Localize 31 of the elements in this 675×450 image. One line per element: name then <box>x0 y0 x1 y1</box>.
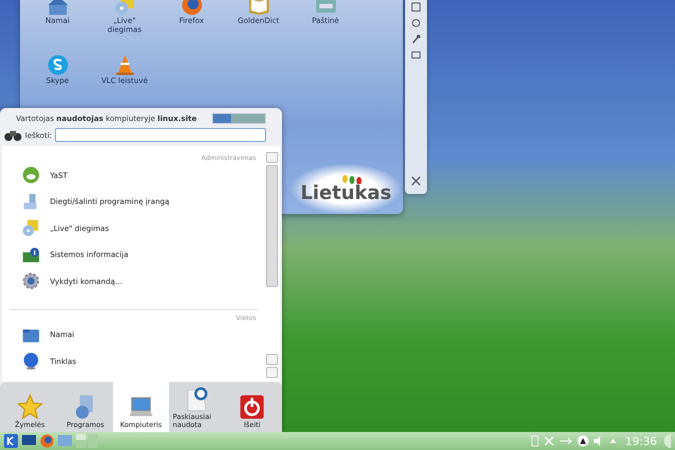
star-icon <box>16 394 43 420</box>
s-logo-icon <box>46 54 68 76</box>
desktop-icon[interactable] <box>22 435 36 447</box>
book-icon <box>248 0 270 16</box>
house-icon <box>46 0 68 16</box>
scrollbar-thumb[interactable] <box>266 165 278 287</box>
power-icon <box>239 394 266 420</box>
traffic-cone-icon <box>114 54 136 76</box>
gear-icon <box>22 272 40 290</box>
chameleon-icon <box>22 166 40 184</box>
globe-icon <box>180 0 202 16</box>
wrench-icon[interactable] <box>411 34 421 44</box>
scroll-down-button[interactable] <box>266 367 278 378</box>
search-field[interactable] <box>54 128 266 142</box>
kde-logo-icon[interactable] <box>4 434 18 448</box>
pager-icon[interactable] <box>76 434 98 448</box>
close-icon[interactable] <box>411 176 421 186</box>
scissors-icon[interactable] <box>543 435 556 447</box>
scroll-up-button[interactable] <box>266 152 278 163</box>
caret-icon[interactable] <box>609 437 618 445</box>
clock: 19:36 <box>625 434 657 448</box>
binoculars-icon <box>4 128 22 142</box>
distro-badge <box>212 113 266 124</box>
disc-icon <box>114 0 136 16</box>
globe-icon[interactable] <box>40 434 54 448</box>
disc-icon <box>22 219 40 238</box>
leaf-icon <box>341 174 363 184</box>
info-board-icon <box>22 246 40 264</box>
scroll-up-button[interactable] <box>266 354 278 365</box>
logo-text: Lietukas <box>300 182 392 204</box>
globe-icon <box>22 352 40 370</box>
